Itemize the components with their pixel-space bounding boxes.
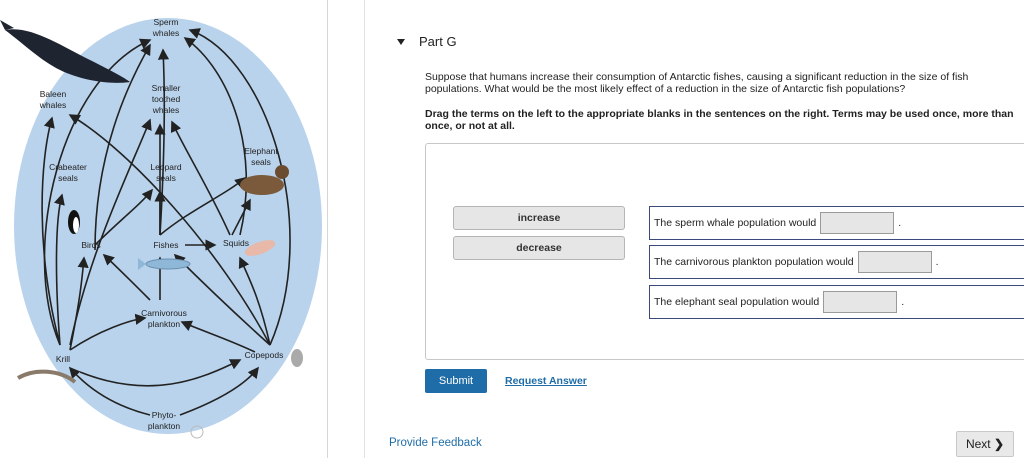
chevron-right-icon: ❯ xyxy=(993,437,1005,451)
blank-drop-target[interactable] xyxy=(857,251,932,273)
label-elephant-seals: Elephant xyxy=(244,146,278,156)
label-carnivorous-plankton: Carnivorous xyxy=(141,308,187,318)
panel-divider xyxy=(328,0,365,458)
label-crabeater-seals: Crabeater xyxy=(49,162,87,172)
term-increase[interactable]: increase xyxy=(453,206,625,230)
label-squids: Squids xyxy=(223,238,249,248)
sentence-elephant-seal: The elephant seal population would . xyxy=(649,285,1024,319)
label-baleen-whales: Baleen xyxy=(40,89,67,99)
label-elephant-seals-2: seals xyxy=(251,157,271,167)
ocean-background xyxy=(14,18,322,434)
label-crabeater-seals-2: seals xyxy=(58,173,78,183)
provide-feedback-link[interactable]: Provide Feedback xyxy=(389,437,482,449)
sentence-period: . xyxy=(935,256,939,268)
blank-drop-target[interactable] xyxy=(820,212,895,234)
sentence-period: . xyxy=(901,296,905,308)
sentence-carnivorous-plankton: The carnivorous plankton population woul… xyxy=(649,245,1024,279)
sentence-text: The elephant seal population would xyxy=(654,296,820,308)
sentence-sperm-whale: The sperm whale population would . xyxy=(649,206,1024,240)
blank-drop-target[interactable] xyxy=(823,291,898,313)
submit-button[interactable]: Submit xyxy=(425,369,487,393)
drag-drop-area: increase decrease The sperm whale popula… xyxy=(425,143,1024,360)
label-carnivorous-plankton-2: plankton xyxy=(148,319,180,329)
sentence-period: . xyxy=(898,217,902,229)
label-leopard-seals-2: seals xyxy=(156,173,176,183)
label-fishes: Fishes xyxy=(153,240,178,250)
instructions-text: Drag the terms on the left to the approp… xyxy=(425,108,1014,132)
label-sperm-whales-2: whales xyxy=(152,28,179,38)
label-smaller-toothed-whales-3: whales xyxy=(152,105,179,115)
label-phytoplankton: Phyto- xyxy=(152,410,177,420)
request-answer-link[interactable]: Request Answer xyxy=(505,375,587,387)
label-phytoplankton-2: plankton xyxy=(148,421,180,431)
food-web-diagram: Sperm whales Baleen whales Smaller tooth… xyxy=(0,17,322,439)
label-copepods: Copepods xyxy=(245,350,284,360)
label-sperm-whales: Sperm xyxy=(153,17,178,27)
label-birds: Birds xyxy=(81,240,100,250)
term-decrease[interactable]: decrease xyxy=(453,236,625,260)
question-panel: Part G Suppose that humans increase thei… xyxy=(365,0,1024,458)
label-baleen-whales-2: whales xyxy=(39,100,66,110)
copepod-illustration xyxy=(291,349,303,367)
label-smaller-toothed-whales-2: toothed xyxy=(152,94,181,104)
food-web-panel: Sperm whales Baleen whales Smaller tooth… xyxy=(0,0,328,458)
label-krill: Krill xyxy=(56,354,70,364)
next-label: Next xyxy=(965,437,991,451)
part-header[interactable]: Part G xyxy=(397,34,457,49)
next-button[interactable]: Next ❯ xyxy=(956,431,1014,457)
label-smaller-toothed-whales: Smaller xyxy=(152,83,181,93)
sentence-text: The sperm whale population would xyxy=(654,217,817,229)
sentence-text: The carnivorous plankton population woul… xyxy=(654,256,854,268)
part-title: Part G xyxy=(419,34,457,49)
penguin-illustration xyxy=(68,210,80,234)
caret-down-icon[interactable] xyxy=(397,38,405,45)
question-text: Suppose that humans increase their consu… xyxy=(425,71,969,95)
label-leopard-seals: Leopard xyxy=(150,162,181,172)
